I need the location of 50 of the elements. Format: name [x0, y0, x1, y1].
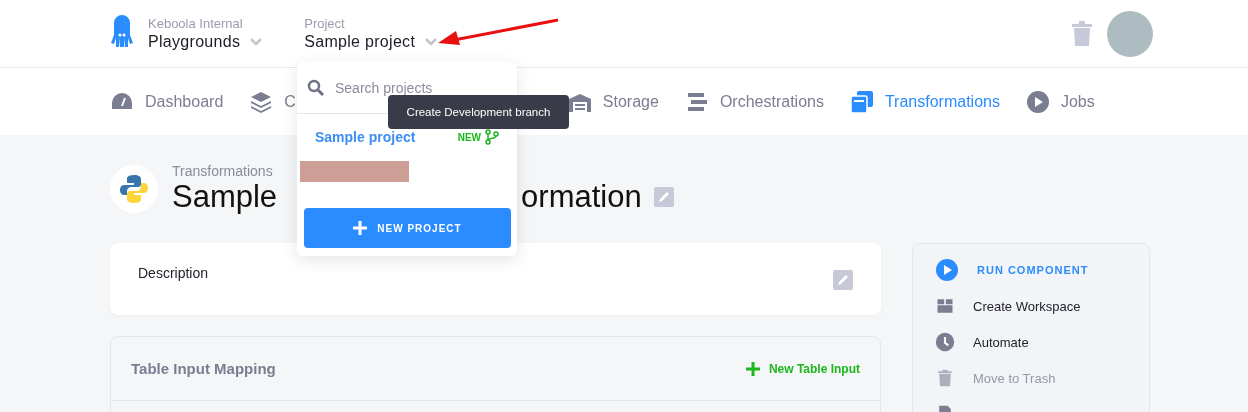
page-title: Sample — [172, 179, 278, 215]
nav-label: Orchestrations — [719, 92, 824, 111]
nav-tab[interactable]: C — [249, 89, 296, 114]
nav-label: Transformations — [884, 92, 1000, 111]
action-label: Move to Trash — [973, 370, 1056, 386]
python-logo — [110, 165, 158, 213]
chevron-down-icon — [425, 38, 438, 46]
action-link[interactable]: RUN COMPONENT — [935, 260, 1149, 280]
nav-tab[interactable]: Orchestrations — [684, 89, 824, 114]
card-title: Description — [138, 265, 209, 283]
edit-icon[interactable] — [833, 270, 853, 290]
play-icon — [1025, 89, 1050, 114]
search-icon — [307, 79, 325, 97]
layers-icon — [249, 89, 274, 114]
project-name: Sample project — [315, 129, 416, 145]
page-title: ormation — [521, 179, 642, 215]
nav-tab[interactable]: Transformations — [849, 89, 1000, 114]
action-label: Create Workspace — [973, 298, 1081, 314]
action-link[interactable]: Automate — [935, 332, 1149, 352]
nav-label: C — [284, 92, 296, 111]
nav-label: Dashboard — [145, 92, 224, 111]
chevron-down-icon — [250, 38, 263, 46]
action-link[interactable]: Create Workspace — [935, 296, 1149, 316]
clock-icon — [935, 332, 955, 352]
trash-icon — [935, 368, 955, 388]
nav-label: Storage — [602, 92, 659, 111]
nav-tab[interactable]: Storage — [567, 89, 659, 114]
nav-tab[interactable]: Dashboard — [110, 89, 224, 114]
plus-icon — [745, 361, 760, 376]
user-avatar[interactable] — [1107, 10, 1153, 57]
action-label: Automate — [973, 334, 1029, 350]
new-table-input-button[interactable]: New Table Input — [745, 361, 860, 376]
panel-title: Table Input Mapping — [131, 360, 276, 377]
action-label: RUN COMPONENT — [977, 264, 1089, 276]
project-selector[interactable]: Sample project — [304, 33, 416, 51]
tooltip: Create Development branch — [388, 95, 569, 129]
play-icon — [935, 258, 959, 282]
plus-icon — [353, 221, 368, 235]
box-icon — [935, 296, 955, 316]
organization-selector[interactable]: Playgrounds — [148, 33, 241, 51]
copies-icon — [849, 89, 874, 114]
nav-tab[interactable]: Jobs — [1025, 89, 1095, 114]
organization-label: Keboola Internal — [148, 16, 244, 31]
project-label: Project — [304, 16, 346, 31]
new-project-button[interactable]: NEW PROJECT — [304, 208, 511, 248]
breadcrumb-link[interactable]: Transformations — [172, 163, 674, 179]
new-badge[interactable]: NEW — [457, 129, 499, 145]
trash-icon[interactable] — [1071, 20, 1093, 47]
edit-icon[interactable] — [653, 187, 674, 207]
nav-label: Jobs — [1060, 92, 1095, 111]
